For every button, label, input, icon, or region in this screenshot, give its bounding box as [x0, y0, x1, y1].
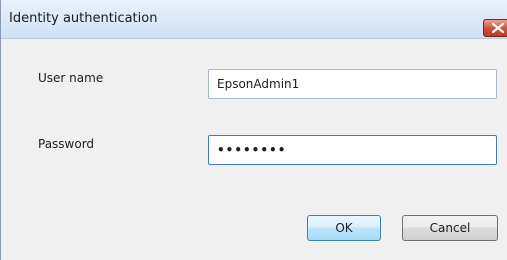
password-label: Password	[38, 137, 95, 151]
identity-authentication-dialog: Identity authentication User name EpsonA…	[0, 0, 507, 260]
user-name-value: EpsonAdmin1	[217, 77, 300, 91]
dialog-title: Identity authentication	[9, 11, 158, 26]
password-masked-value: ••••••••	[217, 143, 287, 157]
password-input[interactable]: ••••••••	[208, 135, 497, 165]
user-name-label: User name	[38, 71, 104, 85]
user-name-input[interactable]: EpsonAdmin1	[208, 69, 497, 99]
cancel-button[interactable]: Cancel	[402, 215, 498, 241]
ok-button[interactable]: OK	[307, 215, 381, 241]
title-bar[interactable]: Identity authentication	[1, 0, 507, 39]
close-icon	[492, 23, 504, 33]
close-button[interactable]	[483, 19, 507, 37]
